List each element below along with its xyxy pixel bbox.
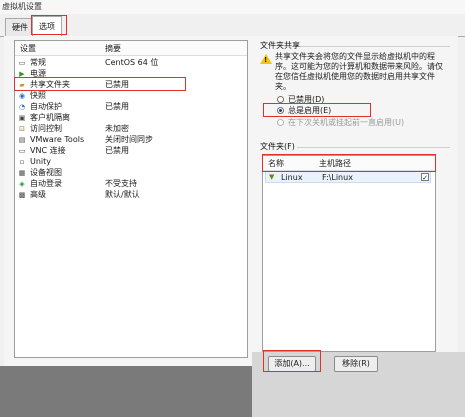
tab-options[interactable]: 选项 bbox=[32, 16, 62, 38]
tab-strip: 硬件 选项 bbox=[0, 14, 465, 38]
settings-item-summary: 关闭时间同步 bbox=[105, 135, 153, 144]
settings-item-snapshots[interactable]: ◉ 快照 bbox=[15, 91, 247, 101]
add-folder-button[interactable]: 添加(A)... bbox=[268, 356, 316, 372]
vm-settings-window: 虚拟机设置 硬件 选项 设置 摘要 ▭ 常规 CentOS 64 位 ▶ 电源 … bbox=[0, 0, 465, 417]
settings-item-name: 共享文件夹 bbox=[30, 80, 70, 89]
settings-item-name: 访问控制 bbox=[30, 124, 62, 133]
settings-item-guest-isolation[interactable]: ▣ 客户机隔离 bbox=[15, 113, 247, 123]
power-icon: ▶ bbox=[19, 70, 25, 78]
settings-item-name: VNC 连接 bbox=[30, 146, 66, 155]
settings-item-unity[interactable]: ▫ Unity bbox=[15, 157, 247, 167]
shared-folder-icon: ▼ bbox=[269, 173, 275, 181]
settings-item-power[interactable]: ▶ 电源 bbox=[15, 69, 247, 79]
radio-label: 总是启用(E) bbox=[288, 106, 332, 115]
sharing-warning-text: 共享文件夹会将您的文件显示给虚拟机中的程序。这可能为您的计算机和数据带来风险。请… bbox=[275, 52, 443, 91]
remove-folder-button[interactable]: 移除(R) bbox=[334, 356, 378, 372]
device-view-icon: ▦ bbox=[18, 169, 26, 177]
settings-item-name: 客户机隔离 bbox=[30, 113, 70, 122]
tools-icon: ▤ bbox=[18, 136, 26, 144]
settings-item-summary: 已禁用 bbox=[105, 146, 129, 155]
settings-item-name: 快照 bbox=[30, 91, 46, 100]
shared-folder-icon: ▰ bbox=[19, 81, 25, 89]
shared-folder-enabled-checkbox[interactable]: ✓ bbox=[421, 173, 429, 182]
window-title: 虚拟机设置 bbox=[2, 2, 42, 11]
settings-item-advanced[interactable]: ▩ 高级 默认/默认 bbox=[15, 190, 247, 200]
column-header-name[interactable]: 名称 bbox=[268, 158, 284, 169]
settings-item-name: Unity bbox=[30, 157, 52, 166]
column-header-setting[interactable]: 设置 bbox=[20, 43, 36, 54]
vnc-icon: ▭ bbox=[18, 147, 26, 155]
settings-item-summary: 未加密 bbox=[105, 124, 129, 133]
shared-folder-name: Linux bbox=[281, 173, 303, 182]
group-divider bbox=[300, 46, 450, 47]
shared-folders-table: 名称 主机路径 ▼ Linux F:\Linux ✓ bbox=[262, 155, 436, 352]
folder-sharing-group-label: 文件夹共享 bbox=[260, 41, 300, 50]
settings-item-vnc[interactable]: ▭ VNC 连接 已禁用 bbox=[15, 146, 247, 156]
tab-hardware[interactable]: 硬件 bbox=[5, 18, 35, 36]
autoprotect-icon: ◔ bbox=[18, 103, 26, 111]
radio-button-until-power-off bbox=[277, 119, 284, 126]
settings-item-shared-folders[interactable]: ▰ 共享文件夹 已禁用 bbox=[15, 80, 247, 90]
snapshot-icon: ◉ bbox=[18, 92, 26, 100]
radio-label: 在下次关机或挂起前一直启用(U) bbox=[288, 118, 405, 127]
settings-item-autoprotect[interactable]: ◔ 自动保护 已禁用 bbox=[15, 102, 247, 112]
settings-list: 设置 摘要 ▭ 常规 CentOS 64 位 ▶ 电源 ▰ 共享文件夹 已禁用 … bbox=[14, 40, 248, 358]
folders-group-label: 文件夹(F) bbox=[260, 142, 295, 151]
settings-item-vmware-tools[interactable]: ▤ VMware Tools 关闭时间同步 bbox=[15, 135, 247, 145]
settings-item-name: 电源 bbox=[30, 69, 46, 78]
settings-item-name: VMware Tools bbox=[30, 135, 85, 144]
title-bar: 虚拟机设置 bbox=[0, 0, 465, 14]
settings-item-name: 自动保护 bbox=[30, 102, 62, 111]
settings-item-autologin[interactable]: ◈ 自动登录 不受支持 bbox=[15, 179, 247, 189]
settings-item-name: 常规 bbox=[30, 58, 46, 67]
unity-icon: ▫ bbox=[19, 158, 25, 166]
settings-item-summary: 已禁用 bbox=[105, 80, 129, 89]
autologin-icon: ◈ bbox=[19, 180, 25, 188]
warning-mark: ! bbox=[264, 56, 268, 64]
settings-item-summary: 已禁用 bbox=[105, 102, 129, 111]
isolation-icon: ▣ bbox=[18, 114, 26, 122]
advanced-icon: ▩ bbox=[18, 191, 26, 199]
lock-icon: ⊡ bbox=[19, 125, 25, 133]
shared-folder-path: F:\Linux bbox=[322, 173, 353, 182]
settings-item-summary: CentOS 64 位 bbox=[105, 58, 159, 67]
radio-button-disabled[interactable] bbox=[277, 96, 284, 103]
settings-item-name: 自动登录 bbox=[30, 179, 62, 188]
folders-table-header: 名称 主机路径 bbox=[263, 156, 435, 171]
shared-folder-row[interactable]: ▼ Linux F:\Linux ✓ bbox=[265, 171, 431, 183]
overlay-dark bbox=[0, 366, 252, 417]
settings-item-general[interactable]: ▭ 常规 CentOS 64 位 bbox=[15, 58, 247, 68]
settings-list-header: 设置 摘要 bbox=[15, 41, 247, 56]
group-divider bbox=[297, 147, 450, 148]
settings-item-summary: 默认/默认 bbox=[105, 190, 140, 199]
settings-item-name: 高级 bbox=[30, 190, 46, 199]
general-icon: ▭ bbox=[18, 59, 26, 67]
settings-item-summary: 不受支持 bbox=[105, 179, 137, 188]
column-header-host-path[interactable]: 主机路径 bbox=[319, 158, 351, 169]
settings-item-name: 设备视图 bbox=[30, 168, 62, 177]
column-header-summary[interactable]: 摘要 bbox=[105, 43, 121, 54]
settings-item-device-view[interactable]: ▦ 设备视图 bbox=[15, 168, 247, 178]
settings-item-access-control[interactable]: ⊡ 访问控制 未加密 bbox=[15, 124, 247, 134]
radio-button-always-enabled[interactable] bbox=[277, 107, 284, 114]
